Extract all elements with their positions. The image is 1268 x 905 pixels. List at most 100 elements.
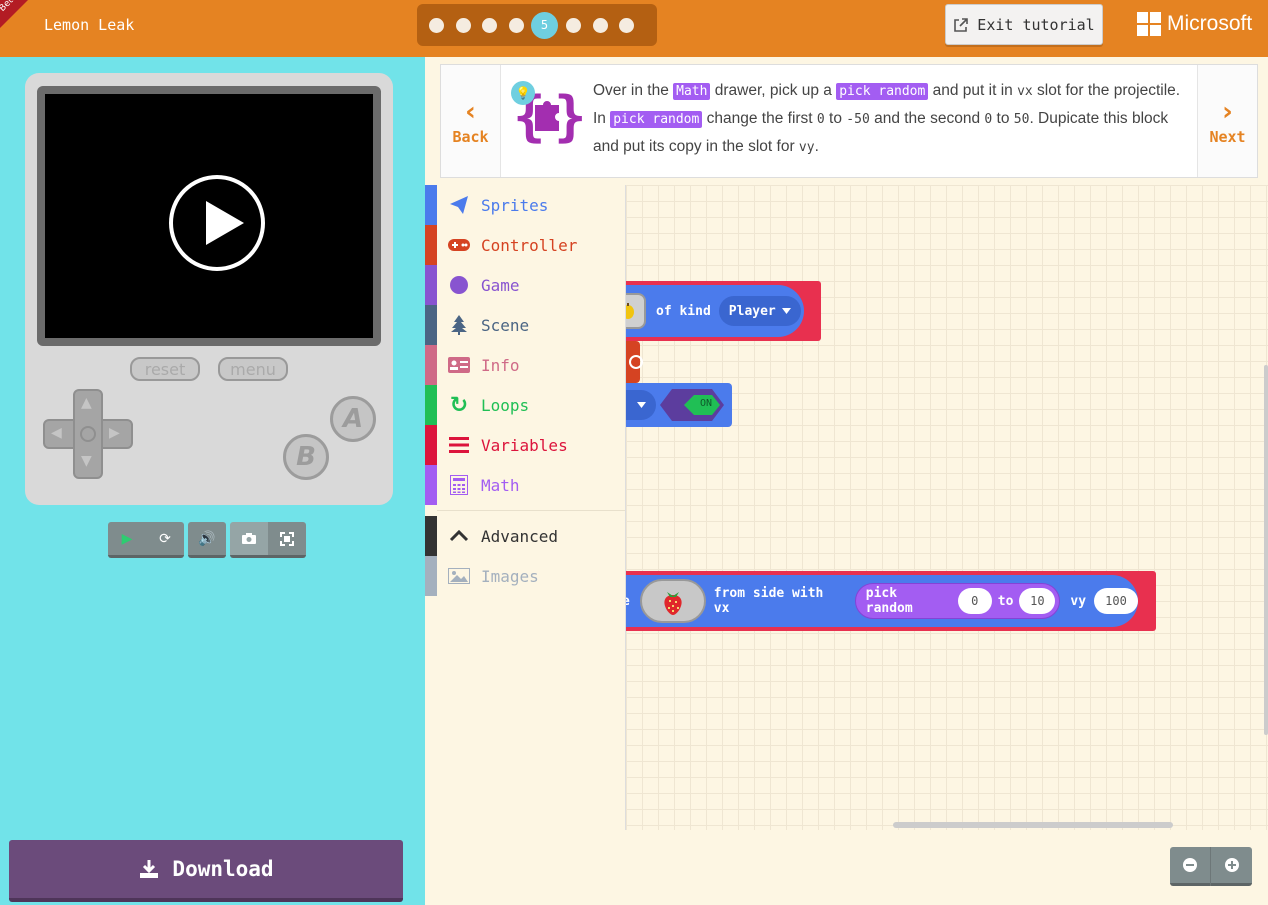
pick-min-input[interactable]: 0 (957, 588, 992, 614)
fullscreen-icon[interactable] (268, 522, 306, 558)
top-bar: Beta Lemon Leak 5 Exit tutorial Microsof… (0, 0, 1268, 57)
dpad-center (80, 426, 96, 442)
next-button[interactable]: › Next (1197, 65, 1257, 177)
tutorial-instructions: ‹ Back { } 💡 Over in the Math drawer, pi… (440, 64, 1258, 178)
simulator-toolbar-mid: 🔊 (188, 522, 226, 558)
project-name: Lemon Leak (44, 16, 135, 34)
on-toggle-hexagon[interactable] (660, 389, 724, 421)
zoom-in-button[interactable] (1211, 847, 1252, 886)
toolbox-item-game[interactable]: Game (425, 265, 625, 305)
step-dot-4[interactable] (508, 17, 524, 33)
from-side-label: from side with vx (713, 586, 824, 616)
step-dot-current[interactable]: 5 (531, 11, 558, 39)
instruction-text: Over in the Math drawer, pick up a pick … (593, 82, 1181, 155)
toggle-block[interactable]: ON (626, 383, 732, 427)
microsoft-logo[interactable]: Microsoft (1137, 12, 1252, 36)
external-link-icon (954, 17, 969, 32)
workspace-vertical-scrollbar[interactable] (1264, 365, 1268, 735)
sound-icon[interactable]: 🔊 (188, 522, 226, 558)
sprite-image-thumbnail[interactable] (626, 293, 646, 329)
exit-tutorial-button[interactable]: Exit tutorial (945, 4, 1103, 45)
toolbox-item-scene[interactable]: Scene (425, 305, 625, 345)
toolbox-item-advanced[interactable]: Advanced (425, 516, 625, 556)
next-label: Next (1209, 128, 1246, 146)
vy-label: vy (1070, 593, 1087, 609)
calculator-icon (437, 475, 481, 495)
dpad-right-icon[interactable]: ▶ (109, 425, 120, 441)
step-dot-2[interactable] (455, 17, 471, 33)
step-dot-8[interactable] (619, 17, 634, 33)
vy-input[interactable]: 100 (1094, 588, 1138, 614)
zoom-in-icon (1224, 858, 1239, 872)
pick-random-chip: pick random (836, 83, 929, 100)
workspace-horizontal-scrollbar[interactable] (893, 822, 1173, 828)
step-dot-3[interactable] (482, 17, 497, 33)
dpad-up-icon[interactable]: ▲ (81, 395, 92, 411)
brand-name: Microsoft (1167, 12, 1253, 35)
projectile-block[interactable]: e from side with vx pick random 0 to 10 … (626, 571, 1156, 631)
list-icon (437, 437, 481, 453)
step-dot-6[interactable] (566, 17, 581, 33)
microsoft-grid-icon (1137, 12, 1161, 36)
play-icon[interactable]: ▶ (108, 522, 146, 558)
toolbox-item-images[interactable]: Images (425, 556, 625, 596)
strawberry-sprite-icon (664, 592, 682, 615)
chevron-right-icon: › (1222, 97, 1233, 127)
controller-block-stub[interactable] (626, 341, 643, 383)
projectile-image-thumbnail[interactable] (639, 579, 706, 623)
of-kind-label: of kind (656, 303, 711, 319)
step-dot-1[interactable] (429, 17, 444, 33)
download-label: Download (172, 857, 274, 881)
tree-icon (437, 315, 481, 335)
lightbulb-icon: 💡 (511, 81, 535, 105)
dpad-left-icon[interactable]: ◀ (51, 425, 62, 441)
simulator-panel: reset menu ▲ ▼ ◀ ▶ A B ▶ ⟳ 🔊 Download (0, 57, 425, 905)
a-button[interactable]: A (330, 396, 376, 442)
restart-icon[interactable]: ⟳ (146, 522, 184, 558)
screenshot-icon[interactable] (230, 522, 268, 558)
pick-random-block[interactable]: pick random 0 to 10 (854, 583, 1061, 619)
projectile-prefix-label: e (626, 594, 630, 609)
back-button[interactable]: ‹ Back (441, 65, 501, 177)
id-card-icon (437, 357, 481, 373)
caret-down-icon (781, 308, 791, 314)
gamepad-icon (437, 238, 481, 252)
lemon-sprite-icon (626, 303, 634, 319)
menu-button[interactable]: menu (218, 357, 288, 381)
toolbox-item-info[interactable]: Info (425, 345, 625, 385)
pick-max-input[interactable]: 10 (1019, 588, 1056, 614)
reset-button[interactable]: reset (130, 357, 200, 381)
refresh-icon: ↻ (449, 392, 469, 418)
toolbox-separator (437, 510, 625, 511)
simulator-toolbar-right (230, 522, 306, 558)
step-dot-7[interactable] (592, 17, 608, 33)
circle-icon (437, 276, 481, 294)
toolbox-item-sprites[interactable]: Sprites (425, 185, 625, 225)
play-icon[interactable] (169, 175, 265, 271)
game-screen[interactable] (45, 94, 373, 338)
to-label: to (997, 593, 1014, 609)
back-label: Back (452, 128, 489, 146)
dpad-down-icon[interactable]: ▼ (81, 453, 92, 469)
toolbox: Sprites Controller Game Scene Info ↻ Loo… (425, 185, 625, 830)
zoom-out-button[interactable] (1170, 847, 1211, 886)
toolbox-item-controller[interactable]: Controller (425, 225, 625, 265)
kind-dropdown-value: Player (728, 303, 776, 319)
math-chip: Math (673, 83, 711, 100)
zoom-controls (1170, 847, 1253, 886)
paper-plane-icon (437, 195, 481, 215)
blocks-workspace[interactable]: of kind Player ON e (625, 185, 1268, 830)
kind-dropdown[interactable]: Player (718, 296, 801, 326)
toggle-dropdown[interactable] (626, 390, 656, 420)
toolbox-item-math[interactable]: Math (425, 465, 625, 505)
b-button[interactable]: B (283, 434, 329, 480)
simulator-toolbar-left: ▶ ⟳ (108, 522, 184, 558)
plus-circle-icon (629, 355, 643, 369)
download-button[interactable]: Download (9, 840, 403, 902)
toolbox-item-loops[interactable]: ↻ Loops (425, 385, 625, 425)
svg-text:}: } (554, 85, 586, 148)
tutorial-steps: 5 (417, 4, 657, 46)
toolbox-item-variables[interactable]: Variables (425, 425, 625, 465)
toggle-on-label: ON (700, 398, 713, 409)
set-sprite-block[interactable]: of kind Player (626, 281, 821, 341)
